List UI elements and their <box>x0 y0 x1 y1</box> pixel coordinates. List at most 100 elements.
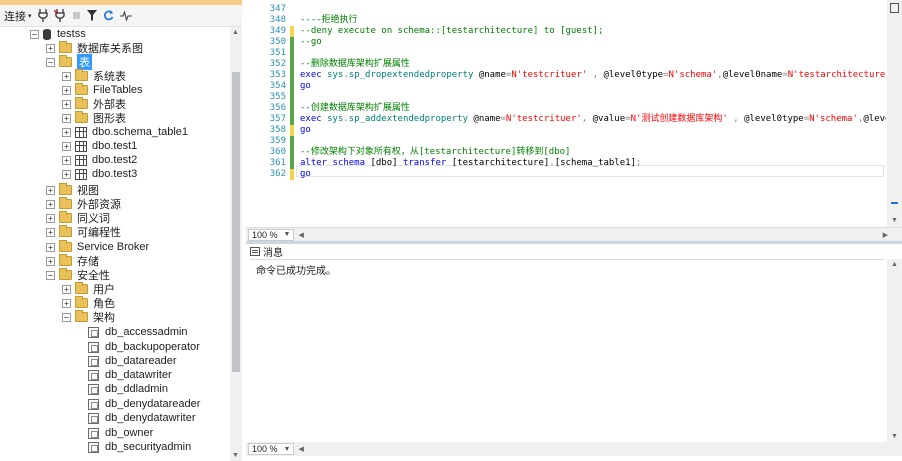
collapse-icon[interactable]: − <box>62 312 71 322</box>
plug-connect-icon[interactable] <box>37 8 48 24</box>
tree-node-schema[interactable]: db_datawriter <box>88 368 172 382</box>
connect-button[interactable]: 连接 ▾ <box>4 8 32 24</box>
expand-icon[interactable]: + <box>62 169 71 179</box>
schema-icon <box>88 427 99 439</box>
expand-icon[interactable]: + <box>62 284 71 294</box>
tree-node-views[interactable]: + 视图 <box>46 183 99 197</box>
tree-node-schema[interactable]: db_datareader <box>88 354 177 368</box>
expand-icon[interactable]: + <box>62 127 71 137</box>
editor-vertical-scrollbar[interactable]: ▼ <box>887 0 902 227</box>
tree-node-filetables[interactable]: + FileTables <box>62 83 143 97</box>
change-marker <box>290 70 294 81</box>
results-pane: 消息 命令已成功完成。 ▲ ▼ 100 % ▼ ◀ <box>246 244 902 461</box>
tree-node-service-broker[interactable]: + Service Broker <box>46 240 149 254</box>
object-explorer-toolbar: 连接 ▾ <box>0 5 242 27</box>
expand-icon[interactable]: + <box>46 227 55 237</box>
code-token: exec <box>300 114 328 124</box>
code-line: --go <box>300 37 322 48</box>
folder-icon <box>75 97 88 109</box>
expand-icon[interactable]: + <box>62 298 71 308</box>
tree-node-security[interactable]: − 安全性 <box>46 268 110 282</box>
stop-icon[interactable] <box>72 8 81 24</box>
scrollbar-thumb[interactable] <box>232 72 240 372</box>
editor-zoom-select[interactable]: 100 % ▼ <box>248 228 295 241</box>
change-marker <box>290 169 294 180</box>
tree-node-schemas[interactable]: − 架构 <box>62 310 115 324</box>
tree-node-schema[interactable]: db_owner <box>88 426 153 440</box>
tree-node-db-diagrams[interactable]: + 数据库关系图 <box>46 41 143 55</box>
messages-zoom-select[interactable]: 100 % ▼ <box>248 443 295 455</box>
line-number: 362 <box>269 169 286 179</box>
tree-node-schema[interactable]: db_backupoperator <box>88 340 200 354</box>
schema-label: db_ddladmin <box>105 383 168 395</box>
scroll-up-icon[interactable]: ▲ <box>232 29 239 36</box>
scroll-left-icon[interactable]: ◀ <box>298 231 303 239</box>
tree-node-tables[interactable]: − 表 <box>46 54 92 70</box>
tree-node-external-tables[interactable]: + 外部表 <box>62 97 126 111</box>
code-token: N'testcrituer' <box>505 114 582 124</box>
tree-node-schema[interactable]: db_denydatareader <box>88 397 200 411</box>
scroll-down-icon[interactable]: ▼ <box>891 433 898 440</box>
tree-node-database[interactable]: − testss <box>30 27 86 41</box>
caret-position-marker <box>891 202 898 204</box>
table-label: dbo.test1 <box>92 140 138 152</box>
scroll-left-icon[interactable]: ◀ <box>298 445 303 453</box>
scroll-down-icon[interactable]: ▼ <box>891 217 898 224</box>
object-explorer-scrollbar[interactable]: ▲ ▼ <box>230 27 242 461</box>
expand-icon[interactable]: + <box>62 155 71 165</box>
tree-node-external-resources[interactable]: + 外部资源 <box>46 197 121 211</box>
folder-icon <box>59 183 72 195</box>
tree-node-storage[interactable]: + 存储 <box>46 254 99 268</box>
scroll-up-icon[interactable]: ▲ <box>891 261 898 268</box>
scroll-down-icon[interactable]: ▼ <box>232 452 239 459</box>
code-area[interactable]: ----拒绝执行 --deny execute on schema::[testa… <box>296 0 886 227</box>
tree-node-table[interactable]: + dbo.schema_table1 <box>62 125 188 139</box>
expand-icon[interactable]: + <box>62 71 71 81</box>
message-icon <box>250 246 260 256</box>
refresh-icon[interactable] <box>103 8 114 24</box>
tree-node-table[interactable]: + dbo.test1 <box>62 139 137 153</box>
plug-disconnect-icon[interactable] <box>53 8 66 24</box>
code-token: sys <box>327 70 344 80</box>
schema-icon <box>88 441 99 453</box>
collapse-icon[interactable]: − <box>46 57 55 67</box>
code-line: --deny execute on schema::[testarchitect… <box>300 26 603 37</box>
scroll-right-icon[interactable]: ▶ <box>883 231 888 239</box>
tree-node-schema[interactable]: db_accessadmin <box>88 325 188 339</box>
expand-icon[interactable]: + <box>62 85 71 95</box>
tree-node-table[interactable]: + dbo.test2 <box>62 153 137 167</box>
tree-node-programmability[interactable]: + 可编程性 <box>46 225 121 239</box>
code-token: --deny execute on schema::[testarchitect… <box>300 26 604 36</box>
expand-icon[interactable]: + <box>46 43 55 53</box>
change-marker <box>290 48 294 59</box>
activity-monitor-icon[interactable] <box>119 8 132 24</box>
expand-icon[interactable]: + <box>46 256 55 266</box>
tree-node-schema[interactable]: db_securityadmin <box>88 440 191 454</box>
tree-node-graph-tables[interactable]: + 图形表 <box>62 111 126 125</box>
expand-icon[interactable]: + <box>62 113 71 123</box>
table-label: dbo.test3 <box>92 168 138 180</box>
expand-icon[interactable]: + <box>46 242 55 252</box>
tree-node-schema[interactable]: db_ddladmin <box>88 382 168 396</box>
collapse-icon[interactable]: − <box>46 270 55 280</box>
tree-node-synonyms[interactable]: + 同义词 <box>46 211 110 225</box>
query-editor[interactable]: 347 348 349 350 351 352 353 354 355 356 357 358 359 3… <box>246 0 902 227</box>
folder-icon <box>59 197 72 209</box>
expand-icon[interactable]: + <box>46 185 55 195</box>
folder-icon <box>75 282 88 294</box>
expand-icon[interactable]: + <box>46 199 55 209</box>
tab-messages[interactable]: 消息 <box>250 244 283 259</box>
filter-icon[interactable] <box>86 8 97 24</box>
tree-node-system-tables[interactable]: + 系统表 <box>62 69 126 83</box>
expand-icon[interactable]: + <box>46 213 55 223</box>
schema-label: db_accessadmin <box>105 326 188 338</box>
tree-node-users[interactable]: + 用户 <box>62 282 115 296</box>
expand-icon[interactable]: + <box>62 141 71 151</box>
tree-node-table[interactable]: + dbo.test3 <box>62 167 137 181</box>
split-window-icon[interactable] <box>890 3 899 13</box>
tree-node-roles[interactable]: + 角色 <box>62 296 115 310</box>
expand-icon[interactable]: + <box>62 99 71 109</box>
tree-node-schema[interactable]: db_denydatawriter <box>88 411 196 425</box>
messages-vertical-scrollbar[interactable]: ▲ ▼ <box>887 259 902 442</box>
collapse-icon[interactable]: − <box>30 29 39 39</box>
